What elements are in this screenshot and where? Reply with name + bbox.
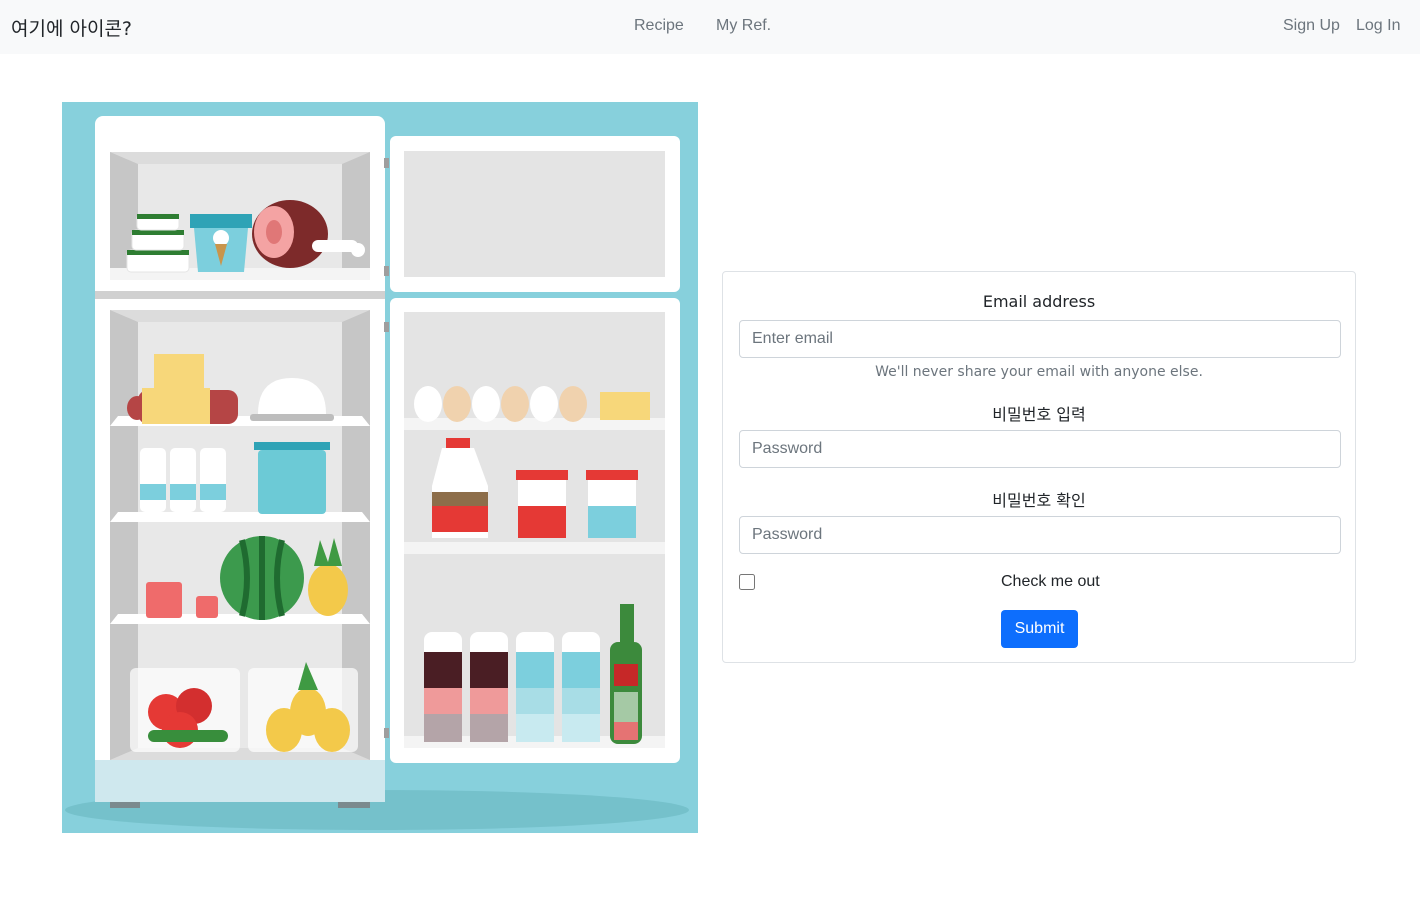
brand-logo-text[interactable]: 여기에 아이콘? <box>11 14 132 41</box>
password-input[interactable] <box>739 430 1341 468</box>
email-help-text: We'll never share your email with anyone… <box>875 364 1203 380</box>
fridge-illustration <box>62 102 698 833</box>
email-label: Email address <box>982 292 1096 311</box>
open-fridge-image <box>62 102 698 833</box>
remember-checkbox[interactable] <box>739 574 755 590</box>
nav-link-log-in[interactable]: Log In <box>1356 17 1400 35</box>
remember-label[interactable]: Check me out <box>1001 573 1100 591</box>
password-confirm-label: 비밀번호 확인 <box>992 491 1086 510</box>
nav-link-my-ref[interactable]: My Ref. <box>716 17 771 35</box>
password-label: 비밀번호 입력 <box>992 405 1086 424</box>
password-confirm-input[interactable] <box>739 516 1341 554</box>
submit-button[interactable]: Submit <box>1001 610 1078 648</box>
email-input[interactable] <box>739 320 1341 358</box>
signup-form: Email address We'll never share your ema… <box>722 271 1356 663</box>
navbar: 여기에 아이콘? Recipe My Ref. Sign Up Log In <box>0 0 1420 54</box>
nav-link-recipe[interactable]: Recipe <box>634 17 684 35</box>
nav-link-sign-up[interactable]: Sign Up <box>1283 17 1340 35</box>
